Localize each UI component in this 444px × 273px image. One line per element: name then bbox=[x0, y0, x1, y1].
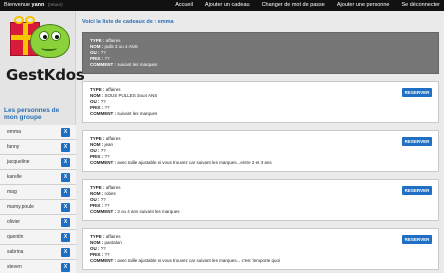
person-name[interactable]: steven bbox=[7, 264, 22, 270]
gift-details: TYPE : affaires NOM : robes OU : ?? PRIX… bbox=[90, 185, 180, 214]
gift-type: affaires bbox=[105, 234, 121, 239]
gift-where: ?? bbox=[100, 50, 106, 55]
welcome-text: Bienvenue yann (retour) bbox=[4, 2, 63, 8]
page-title: Voici la liste de cadeaux de : emma bbox=[82, 19, 174, 25]
gift-price: ?? bbox=[104, 154, 110, 159]
people-title: Les personnes de mon groupe bbox=[4, 107, 60, 121]
gift-name: SOUS PULLES 3ou4 ANS bbox=[104, 93, 158, 98]
gift-price: ?? bbox=[104, 56, 110, 61]
remove-person-button[interactable]: X bbox=[61, 263, 70, 272]
gift-details: TYPE : affaires NOM : jean OU : ?? PRIX … bbox=[90, 136, 272, 165]
gift-type: affaires bbox=[105, 185, 121, 190]
remove-person-button[interactable]: X bbox=[61, 143, 70, 152]
current-user: yann bbox=[31, 2, 45, 8]
gift-name: pantalon bbox=[104, 240, 122, 245]
reserve-button[interactable]: RESERVER bbox=[402, 88, 432, 97]
gift-comment: 3 ou 4 ans suivant les marques bbox=[117, 209, 180, 214]
gift-name: jean bbox=[104, 142, 114, 147]
gift-details: TYPE : affaires NOM : pantalon OU : ?? P… bbox=[90, 234, 281, 263]
gift-type: affaires bbox=[105, 38, 121, 43]
remove-person-button[interactable]: X bbox=[61, 218, 70, 227]
person-item[interactable]: steven X bbox=[0, 260, 76, 273]
gift-type: affaires bbox=[105, 87, 121, 92]
person-name[interactable]: karelle bbox=[7, 174, 22, 180]
top-menu: Accueil Ajouter un cadeau Changer de mot… bbox=[175, 2, 440, 8]
brand-name: GestKdos bbox=[6, 66, 85, 84]
menu-home[interactable]: Accueil bbox=[175, 2, 193, 8]
person-item[interactable]: olivier X bbox=[0, 215, 76, 230]
gift-list-panel: Voici la liste de cadeaux de : emma TYPE… bbox=[80, 11, 444, 273]
person-name[interactable]: quentin bbox=[7, 234, 23, 240]
remove-person-button[interactable]: X bbox=[61, 188, 70, 197]
person-name[interactable]: mag bbox=[7, 189, 17, 195]
person-item[interactable]: fanny X bbox=[0, 140, 76, 155]
gift-price: ?? bbox=[104, 203, 110, 208]
person-item[interactable]: sabrina X bbox=[0, 245, 76, 260]
gift-type: affaires bbox=[105, 136, 121, 141]
remove-person-button[interactable]: X bbox=[61, 128, 70, 137]
gift-where: ?? bbox=[100, 148, 106, 153]
person-name[interactable]: fanny bbox=[7, 144, 19, 150]
gift-card-reserved: TYPE : affaires NOM : pulls 3 ou 4 ANS O… bbox=[82, 32, 439, 74]
gift-details: TYPE : affaires NOM : SOUS PULLES 3ou4 A… bbox=[90, 87, 158, 116]
remove-person-button[interactable]: X bbox=[61, 248, 70, 257]
gift-comment: avec taille ajustable si vous trouvez ca… bbox=[117, 160, 272, 165]
bow-icon bbox=[14, 16, 36, 25]
people-list: emma X fanny X jacqueline X karelle X mag X m… bbox=[0, 125, 76, 273]
reserve-button[interactable]: RESERVER bbox=[402, 137, 432, 146]
menu-logout[interactable]: Se déconnecter bbox=[401, 2, 440, 8]
person-item[interactable]: jacqueline X bbox=[0, 155, 76, 170]
person-item[interactable]: emma X bbox=[0, 125, 76, 140]
reserve-button[interactable]: RESERVER bbox=[402, 235, 432, 244]
gift-price: ?? bbox=[104, 252, 110, 257]
sidebar: GestKdos Les personnes de mon groupe emm… bbox=[0, 11, 85, 273]
remove-person-button[interactable]: X bbox=[61, 173, 70, 182]
gift-price: ?? bbox=[104, 105, 110, 110]
logout-hint[interactable]: (retour) bbox=[48, 2, 63, 7]
gift-details: TYPE : affaires NOM : pulls 3 ou 4 ANS O… bbox=[90, 38, 158, 67]
person-item[interactable]: karelle X bbox=[0, 170, 76, 185]
person-item[interactable]: mag X bbox=[0, 185, 76, 200]
gift-card: TYPE : affaires NOM : jean OU : ?? PRIX … bbox=[82, 130, 439, 172]
gift-card: TYPE : affaires NOM : robes OU : ?? PRIX… bbox=[82, 179, 439, 221]
gift-name: pulls 3 ou 4 ANS bbox=[104, 44, 138, 49]
top-bar: Bienvenue yann (retour) Accueil Ajouter … bbox=[0, 0, 444, 11]
gift-card: TYPE : affaires NOM : SOUS PULLES 3ou4 A… bbox=[82, 81, 439, 123]
remove-person-button[interactable]: X bbox=[61, 158, 70, 167]
person-name[interactable]: sabrina bbox=[7, 249, 23, 255]
reserve-button[interactable]: RESERVER bbox=[402, 186, 432, 195]
person-name[interactable]: jacqueline bbox=[7, 159, 30, 165]
gift-comment: avec taille ajustable si vous trouvez ca… bbox=[117, 258, 281, 263]
menu-change-password[interactable]: Changer de mot de passe bbox=[262, 2, 325, 8]
frog-mascot-icon bbox=[30, 24, 70, 58]
person-item[interactable]: mamy.poule X bbox=[0, 200, 76, 215]
person-item[interactable]: quentin X bbox=[0, 230, 76, 245]
remove-person-button[interactable]: X bbox=[61, 233, 70, 242]
remove-person-button[interactable]: X bbox=[61, 203, 70, 212]
logo: GestKdos bbox=[4, 14, 85, 86]
person-name[interactable]: olivier bbox=[7, 219, 20, 225]
gift-where: ?? bbox=[100, 246, 106, 251]
gift-name: robes bbox=[104, 191, 116, 196]
gift-comment: suivant les marques bbox=[117, 111, 158, 116]
gift-card: TYPE : affaires NOM : pantalon OU : ?? P… bbox=[82, 228, 439, 270]
gift-where: ?? bbox=[100, 197, 106, 202]
gift-comment: suivant les marques bbox=[117, 62, 158, 67]
person-name[interactable]: mamy.poule bbox=[7, 204, 34, 210]
menu-add-gift[interactable]: Ajouter un cadeau bbox=[205, 2, 250, 8]
gift-where: ?? bbox=[100, 99, 106, 104]
menu-add-person[interactable]: Ajouter une personne bbox=[337, 2, 390, 8]
welcome-prefix: Bienvenue bbox=[4, 2, 30, 8]
person-name[interactable]: emma bbox=[7, 129, 21, 135]
